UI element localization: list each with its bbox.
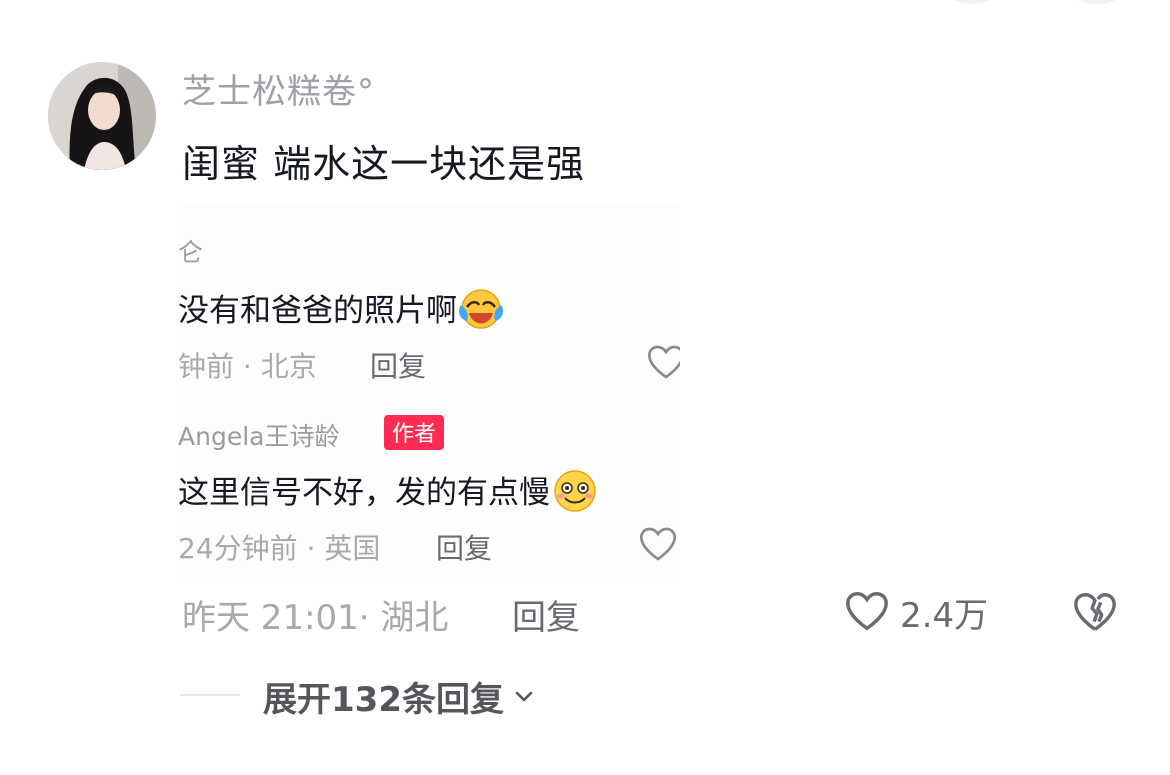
reply-button[interactable]: 回复 bbox=[512, 590, 580, 639]
author-badge: 作者 bbox=[384, 415, 445, 450]
chevron-down-icon bbox=[504, 677, 536, 717]
smiling-emoji-icon bbox=[550, 468, 600, 522]
decorative-edge bbox=[950, 0, 994, 4]
broken-heart-icon[interactable] bbox=[1072, 590, 1118, 638]
avatar[interactable] bbox=[48, 62, 156, 170]
reply2-time-location: 24分钟前 · 英国 bbox=[178, 532, 381, 565]
reply1-text: 没有和爸爸的照片啊 bbox=[178, 285, 505, 339]
like-button[interactable]: 2.4万 bbox=[844, 588, 988, 637]
comment-text: 闺蜜 端水这一块还是强 bbox=[182, 142, 586, 186]
reply2-reply-button[interactable]: 回复 bbox=[436, 527, 492, 567]
decorative-edge bbox=[1075, 0, 1119, 4]
comment-time-location: 昨天 21:01· 湖北 bbox=[182, 598, 449, 638]
reply2-username: Angela王诗龄 bbox=[178, 422, 340, 451]
comment-thread: 芝士松糕卷° 闺蜜 端水这一块还是强 仑 没有和爸爸的照片啊 钟前 · 北京 回… bbox=[0, 0, 1170, 775]
heart-outline-icon bbox=[844, 589, 890, 637]
expand-replies-label: 展开132条回复 bbox=[263, 680, 504, 720]
expand-divider bbox=[180, 694, 240, 696]
like-count: 2.4万 bbox=[900, 596, 989, 636]
embedded-screenshot[interactable]: 仑 没有和爸爸的照片啊 钟前 · 北京 回复 Angela王诗龄 作者 这里信号… bbox=[178, 205, 680, 577]
comment-username[interactable]: 芝士松糕卷° bbox=[182, 64, 375, 113]
reply1-username: 仑 bbox=[178, 238, 204, 267]
laughing-crying-emoji-icon bbox=[457, 287, 505, 339]
reply2-heart-icon[interactable] bbox=[638, 525, 678, 567]
reply2-text-content: 这里信号不好，发的有点慢 bbox=[178, 475, 550, 511]
reply1-heart-icon[interactable] bbox=[646, 343, 680, 385]
reply1-time-location: 钟前 · 北京 bbox=[178, 350, 317, 383]
expand-replies-button[interactable]: 展开132条回复 bbox=[263, 672, 536, 721]
reply1-text-content: 没有和爸爸的照片啊 bbox=[178, 293, 457, 329]
reply1-reply-button[interactable]: 回复 bbox=[370, 345, 426, 385]
reply2-text: 这里信号不好，发的有点慢 bbox=[178, 467, 600, 522]
